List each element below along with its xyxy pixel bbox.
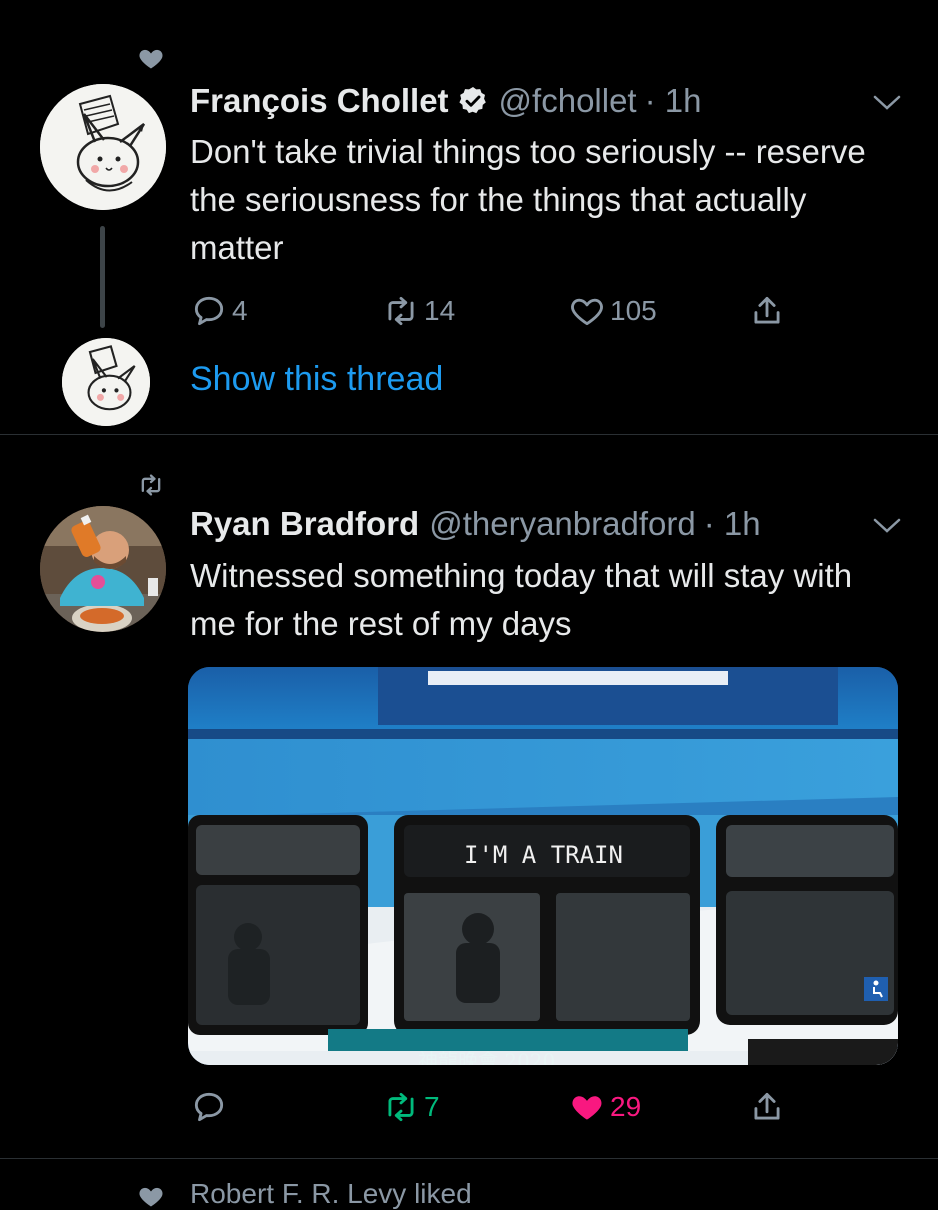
- like-button[interactable]: 105: [568, 292, 657, 330]
- retweet-icon: [388, 1092, 414, 1122]
- share-button[interactable]: [748, 1088, 786, 1126]
- retweet-count: 7: [424, 1091, 440, 1122]
- tweet-time: · 1h: [703, 505, 761, 542]
- like-count: 105: [610, 295, 657, 326]
- tweet-text: Witnessed something today that will stay…: [190, 557, 853, 642]
- divider: [0, 1158, 938, 1159]
- retweet-button[interactable]: 14: [382, 292, 455, 330]
- like-count: 29: [610, 1091, 642, 1122]
- author-handle[interactable]: @theryanbradford: [429, 505, 695, 543]
- reply-count: 4: [232, 295, 248, 326]
- author-name[interactable]: François Chollet: [190, 82, 449, 120]
- avatar[interactable]: [40, 506, 166, 632]
- heart-icon: [571, 298, 603, 326]
- share-button[interactable]: [748, 292, 786, 330]
- tweet-text: Don't take trivial things too seriously …: [190, 133, 866, 266]
- thread-connector: [100, 226, 105, 328]
- reply-button[interactable]: 4: [190, 292, 248, 330]
- verified-badge-icon: [458, 87, 486, 114]
- reply-button[interactable]: [190, 1088, 232, 1126]
- author-handle[interactable]: @fchollet: [499, 82, 637, 120]
- pikachu-avatar-icon: [62, 338, 150, 426]
- pikachu-avatar-icon: [40, 84, 166, 210]
- bus-side-text: 神龍晚會 2020: [418, 1049, 556, 1065]
- social-context-text: Robert F. R. Levy liked: [190, 1178, 472, 1209]
- tweet-time: · 1h: [644, 82, 702, 119]
- heart-icon: [139, 1187, 163, 1207]
- retweet-button[interactable]: 7: [382, 1088, 440, 1126]
- bus-destination-sign: I'M A TRAIN: [464, 841, 623, 869]
- chevron-down-icon[interactable]: [872, 93, 902, 113]
- retweet-icon: [388, 296, 414, 326]
- chevron-down-icon[interactable]: [872, 516, 902, 536]
- show-thread-link[interactable]: Show this thread: [190, 360, 443, 399]
- share-icon: [754, 1092, 780, 1120]
- tweet-header: François Chollet @fchollet · 1h: [190, 82, 701, 120]
- reply-icon: [194, 296, 224, 326]
- reply-icon: [194, 1092, 224, 1122]
- author-name[interactable]: Ryan Bradford: [190, 505, 419, 543]
- heart-filled-icon: [572, 1096, 602, 1120]
- avatar[interactable]: [40, 84, 166, 210]
- share-icon: [754, 296, 780, 324]
- avatar[interactable]: [62, 338, 150, 426]
- heart-icon: [139, 49, 163, 69]
- divider: [0, 434, 938, 435]
- retweet-count: 14: [424, 295, 456, 326]
- tweet-header: Ryan Bradford @theryanbradford · 1h: [190, 505, 761, 543]
- tweet-media[interactable]: I'M A TRAIN 神龍晚會 2020: [188, 667, 898, 1065]
- retweet-icon: [141, 474, 161, 496]
- like-button[interactable]: 29: [568, 1088, 641, 1126]
- person-avatar-icon: [40, 506, 166, 632]
